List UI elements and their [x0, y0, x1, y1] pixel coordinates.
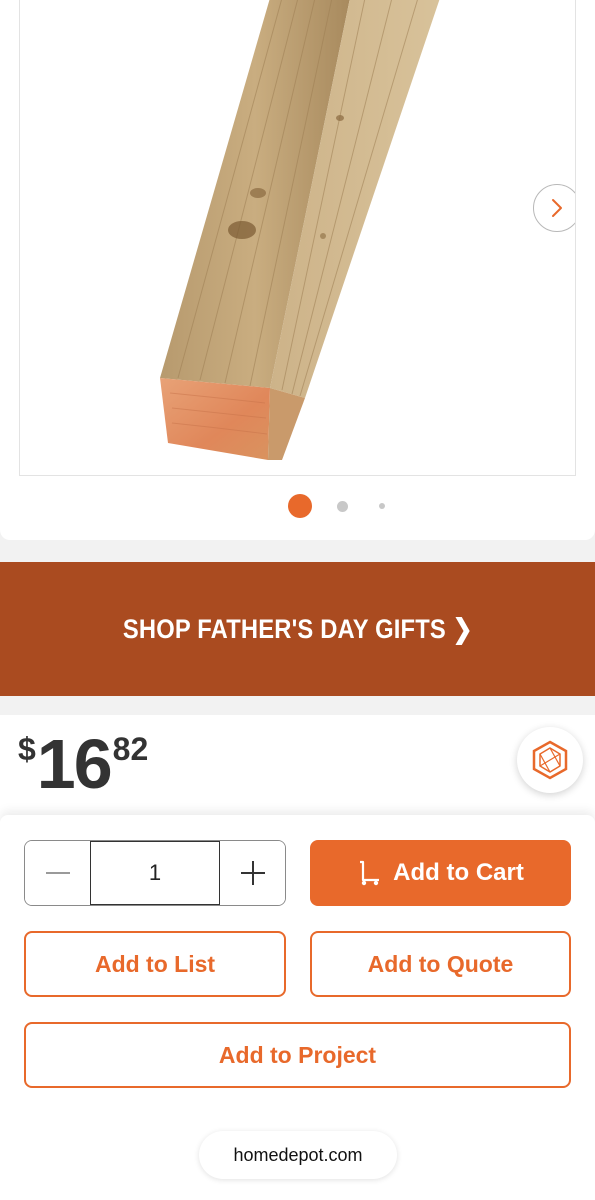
decrement-button[interactable] [25, 841, 90, 905]
minus-icon [45, 872, 70, 874]
product-image[interactable] [19, 0, 576, 476]
dolly-icon [360, 860, 380, 886]
add-to-cart-label: Add to Cart [393, 859, 524, 886]
quantity-stepper [24, 840, 286, 906]
add-to-list-label: Add to List [94, 950, 216, 977]
promo-banner-text: SHOP FATHER'S DAY GIFTS ❯ [122, 613, 473, 644]
add-to-quote-button[interactable]: Add to Quote [310, 931, 571, 997]
add-to-cart-panel: Add to Cart Add to List Add to Quote Add… [0, 815, 595, 1200]
browser-url-bar[interactable]: homedepot.com [199, 1131, 397, 1179]
add-to-cart-button[interactable]: Add to Cart [310, 840, 571, 906]
carousel-dot-active[interactable] [288, 494, 312, 518]
next-image-button[interactable] [533, 184, 575, 232]
chevron-right-icon [552, 199, 562, 217]
add-to-project-label: Add to Project [218, 1041, 377, 1068]
lumber-post-image [160, 0, 440, 460]
quantity-field[interactable] [90, 841, 220, 905]
add-to-list-button[interactable]: Add to List [24, 931, 286, 997]
add-to-quote-label: Add to Quote [367, 950, 514, 977]
quantity-input[interactable] [91, 860, 219, 886]
browser-url-text: homedepot.com [233, 1144, 363, 1165]
price-cents: 82 [112, 731, 149, 767]
price-section: $ 16 82 [0, 715, 595, 825]
carousel-dot[interactable] [337, 501, 348, 512]
add-to-project-button[interactable]: Add to Project [24, 1022, 571, 1088]
product-gallery [0, 0, 595, 540]
promo-banner[interactable]: SHOP FATHER'S DAY GIFTS ❯ [0, 562, 595, 696]
product-price: $ 16 82 [18, 729, 148, 799]
carousel-dot[interactable] [379, 503, 385, 509]
price-dollars: 16 [36, 725, 113, 803]
carousel-dots [0, 494, 595, 520]
hexagon-badge-icon [532, 740, 568, 780]
hexagon-badge-button[interactable] [517, 727, 583, 793]
plus-icon [240, 861, 265, 885]
price-currency: $ [18, 731, 36, 767]
increment-button[interactable] [220, 841, 285, 905]
